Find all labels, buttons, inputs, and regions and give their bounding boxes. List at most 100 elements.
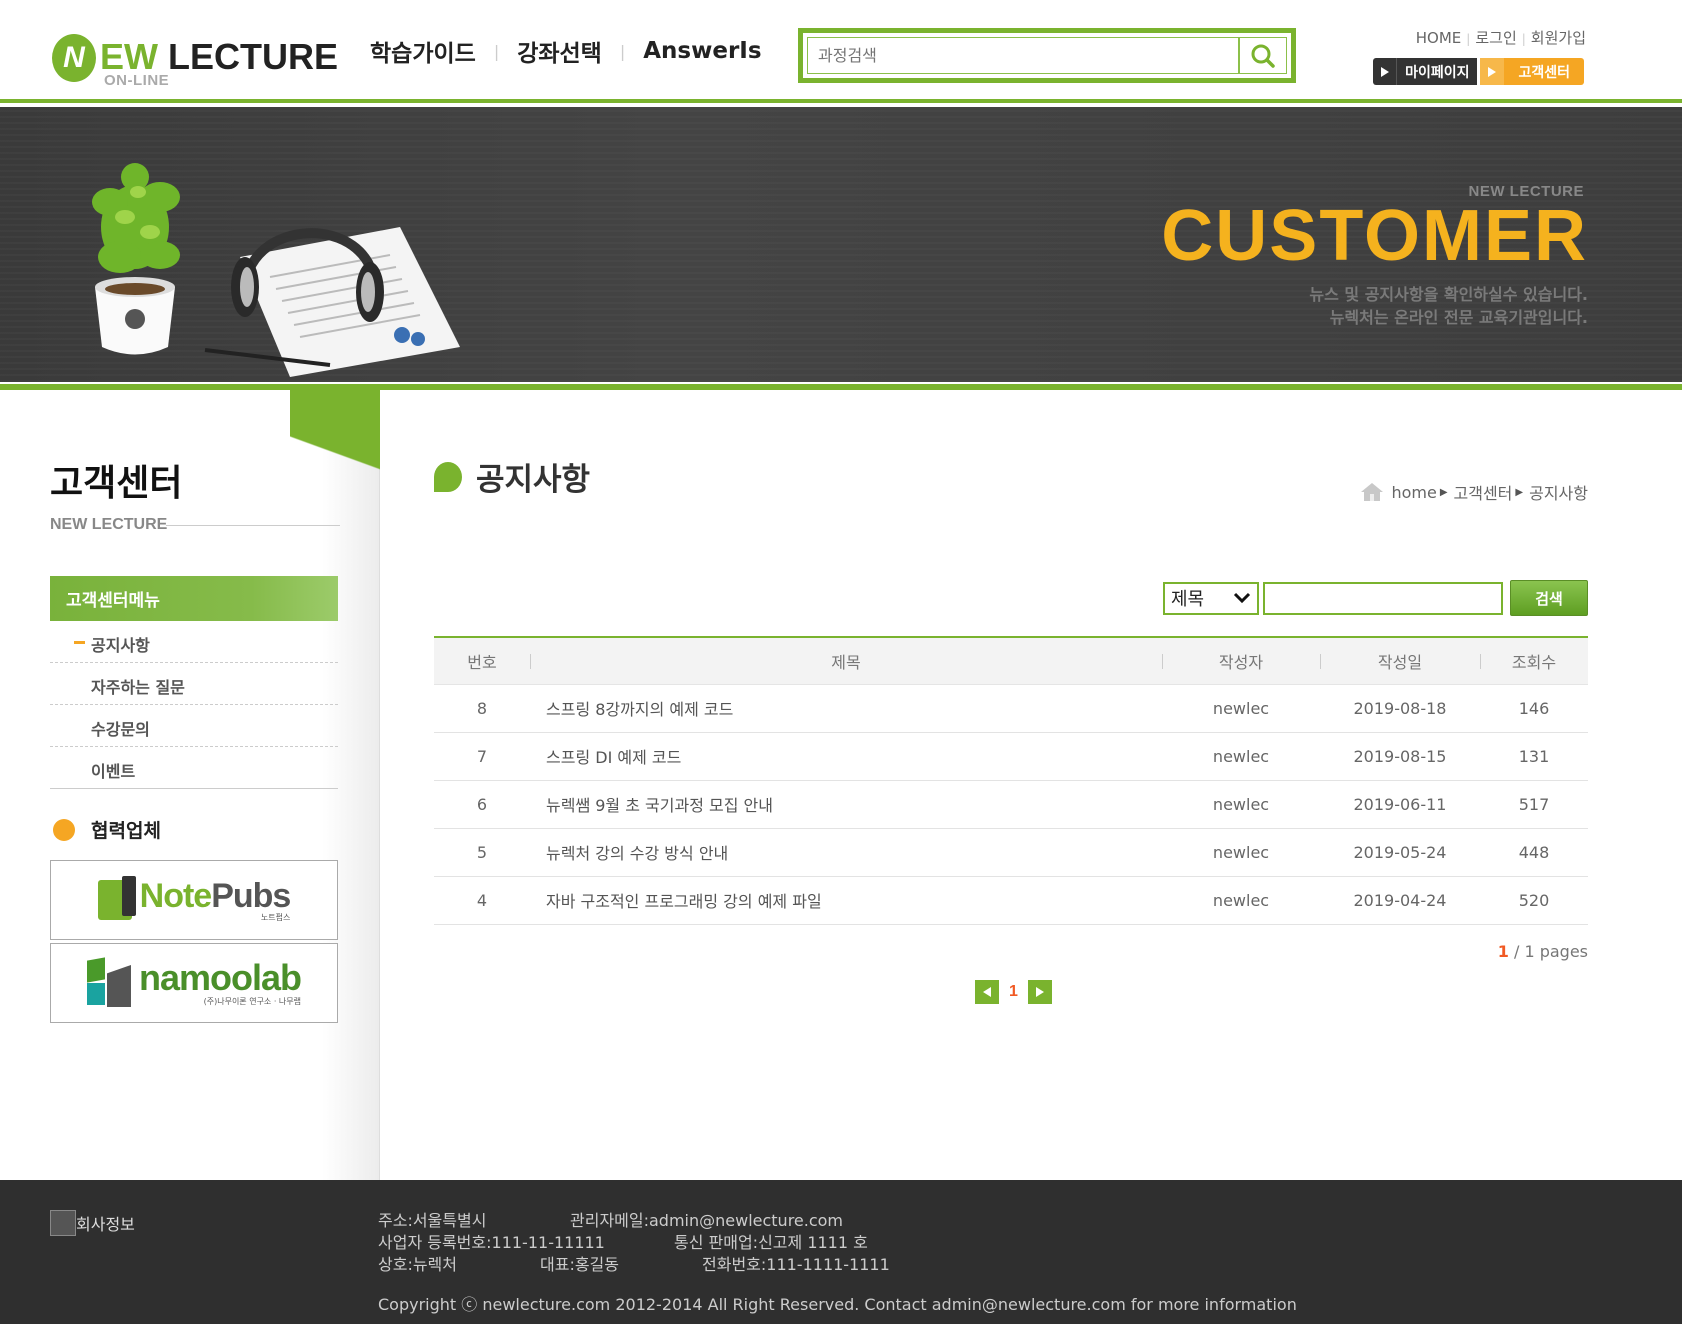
- row-hit: 131: [1480, 732, 1588, 781]
- company-info: 주소:서울특별시 관리자메일:admin@newlecture.com 사업자 등…: [378, 1211, 890, 1274]
- row-writer: newlec: [1162, 780, 1320, 829]
- row-number: 7: [434, 732, 530, 781]
- notice-table: 번호 제목 작성자 작성일 조회수 8 스프링 8강까지의 예제 코드 newl…: [434, 636, 1588, 925]
- row-date: 2019-04-24: [1320, 876, 1480, 925]
- nav-separator: |: [493, 41, 500, 61]
- breadcrumb-current: 공지사항: [1529, 484, 1588, 503]
- row-date: 2019-08-15: [1320, 732, 1480, 781]
- row-hit: 146: [1480, 684, 1588, 733]
- partner-namoolab[interactable]: namoolab (주)나무이론 연구소 · 나무랩: [50, 943, 338, 1023]
- sidebar-menu-header: 고객센터메뉴: [50, 576, 338, 621]
- customer-banner: NEW LECTURE CUSTOMER 뉴스 및 공지사항을 확인하실수 있습…: [0, 107, 1682, 382]
- banner-description: 뉴스 및 공지사항을 확인하실수 있습니다. 뉴렉처는 온라인 전문 교육기관입…: [1309, 285, 1588, 327]
- customer-center-button[interactable]: 고객센터: [1480, 58, 1584, 85]
- breadcrumb-arrow-icon: ▶: [1439, 486, 1448, 498]
- table-row[interactable]: 4 자바 구조적인 프로그래밍 강의 예제 파일 newlec 2019-04-…: [434, 876, 1588, 925]
- logo-text-lecture: LECTURE: [168, 36, 339, 77]
- breadcrumb-customer[interactable]: 고객센터: [1454, 480, 1513, 504]
- site-logo[interactable]: N EW LECTURE ON-LINE: [52, 32, 352, 92]
- table-row[interactable]: 7 스프링 DI 예제 코드 newlec 2019-08-15 131: [434, 732, 1588, 781]
- column-header: 번호: [434, 637, 530, 685]
- namoolab-logo: namoolab (주)나무이론 연구소 · 나무랩: [86, 957, 302, 1007]
- home-link[interactable]: HOME: [1416, 29, 1462, 47]
- row-title-link[interactable]: 자바 구조적인 프로그래밍 강의 예제 파일: [530, 876, 1162, 925]
- sidebar-title: 고객센터: [50, 463, 183, 504]
- sidebar-menu: 공지사항 자주하는 질문 수강문의 이벤트: [50, 621, 338, 789]
- table-row[interactable]: 6 뉴렉쌤 9월 초 국기과정 모집 안내 newlec 2019-06-11 …: [434, 780, 1588, 829]
- column-header: 제목: [530, 637, 1162, 685]
- board-search-button[interactable]: 검색: [1510, 580, 1588, 616]
- logo-subtext: ON-LINE: [104, 72, 170, 89]
- search-field-select[interactable]: 제목: [1163, 581, 1259, 615]
- row-writer: newlec: [1162, 732, 1320, 781]
- row-title-link[interactable]: 스프링 8강까지의 예제 코드: [530, 684, 1162, 733]
- partner-notepubs[interactable]: NotePubs 노트펍스: [50, 860, 338, 940]
- main-content: 공지사항 home ▶ 고객센터 ▶ 공지사항 제목 검색 번호 제목 작성자 작성…: [434, 390, 1588, 1170]
- board-search-form: 제목 검색: [1163, 580, 1588, 616]
- nav-learning-guide[interactable]: 학습가이드: [370, 34, 476, 68]
- login-link[interactable]: 로그인: [1475, 29, 1516, 47]
- row-number: 4: [434, 876, 530, 925]
- prev-page-button[interactable]: [975, 980, 999, 1004]
- logo-mark-icon: N: [52, 34, 96, 82]
- top-links: HOME | 로그인 | 회원가입: [1415, 29, 1586, 47]
- table-row[interactable]: 5 뉴렉처 강의 수강 방식 안내 newlec 2019-05-24 448: [434, 828, 1588, 877]
- bullet-icon: [53, 818, 75, 841]
- mypage-button[interactable]: 마이페이지: [1373, 58, 1478, 85]
- broken-image-icon: [50, 1210, 76, 1236]
- active-marker: [74, 641, 85, 644]
- course-search-input[interactable]: [807, 37, 1239, 74]
- row-date: 2019-06-11: [1320, 780, 1480, 829]
- row-writer: newlec: [1162, 876, 1320, 925]
- breadcrumb-arrow-icon: ▶: [1515, 486, 1524, 498]
- next-page-button[interactable]: [1027, 980, 1052, 1004]
- sidebar-item-event[interactable]: 이벤트: [50, 747, 338, 789]
- search-icon: [1251, 44, 1275, 68]
- page-title: 공지사항: [434, 454, 590, 499]
- play-arrow-icon: [1480, 58, 1505, 85]
- row-number: 6: [434, 780, 530, 829]
- sidebar-subtitle: NEW LECTURE: [50, 516, 168, 533]
- row-title-link[interactable]: 스프링 DI 예제 코드: [530, 732, 1162, 781]
- nav-course-select[interactable]: 강좌선택: [517, 34, 602, 68]
- header: N EW LECTURE ON-LINE 학습가이드 | 강좌선택 | Answ…: [0, 0, 1682, 103]
- row-writer: newlec: [1162, 684, 1320, 733]
- row-writer: newlec: [1162, 828, 1320, 877]
- nav-answeris[interactable]: AnswerIs: [643, 38, 761, 64]
- row-number: 5: [434, 828, 530, 877]
- book-icon: [97, 876, 136, 920]
- arrow-left-icon: [983, 987, 991, 997]
- chevron-down-icon: [1233, 592, 1251, 604]
- page-curl-decoration: [290, 390, 380, 500]
- row-hit: 520: [1480, 876, 1588, 925]
- breadcrumb-home[interactable]: home: [1391, 483, 1436, 502]
- row-hit: 448: [1480, 828, 1588, 877]
- row-hit: 517: [1480, 780, 1588, 829]
- signup-link[interactable]: 회원가입: [1531, 29, 1586, 47]
- sidebar: 고객센터 NEW LECTURE 고객센터메뉴 공지사항 자주하는 질문 수강문…: [0, 390, 380, 1180]
- leaf-icon: [434, 461, 462, 492]
- notepubs-logo: NotePubs 노트펍스: [97, 876, 291, 923]
- row-title-link[interactable]: 뉴렉쌤 9월 초 국기과정 모집 안내: [530, 780, 1162, 829]
- column-header: 조회수: [1480, 637, 1588, 685]
- home-icon: [1361, 483, 1384, 501]
- column-header: 작성자: [1162, 637, 1320, 685]
- row-title-link[interactable]: 뉴렉처 강의 수강 방식 안내: [530, 828, 1162, 877]
- board-search-input[interactable]: [1263, 581, 1503, 615]
- sidebar-item-notice[interactable]: 공지사항: [50, 621, 338, 663]
- arrow-right-icon: [1035, 987, 1044, 997]
- course-search-box: [798, 28, 1296, 83]
- table-row[interactable]: 8 스프링 8강까지의 예제 코드 newlec 2019-08-18 146: [434, 684, 1588, 733]
- copyright: Copyright ⓒ newlecture.com 2012-2014 All…: [378, 1295, 1297, 1314]
- sidebar-item-inquiry[interactable]: 수강문의: [50, 705, 338, 747]
- sidebar-item-faq[interactable]: 자주하는 질문: [50, 663, 338, 705]
- course-search-button[interactable]: [1239, 37, 1287, 74]
- footer-logo: 회사정보: [50, 1210, 135, 1236]
- row-number: 8: [434, 684, 530, 733]
- main-nav: 학습가이드 | 강좌선택 | AnswerIs: [370, 34, 762, 68]
- column-header: 작성일: [1320, 637, 1480, 685]
- pagination: 1: [975, 980, 1052, 1004]
- quick-buttons: 마이페이지 고객센터: [1373, 58, 1584, 85]
- page-number-current[interactable]: 1: [1009, 983, 1018, 1001]
- divider: [166, 525, 340, 526]
